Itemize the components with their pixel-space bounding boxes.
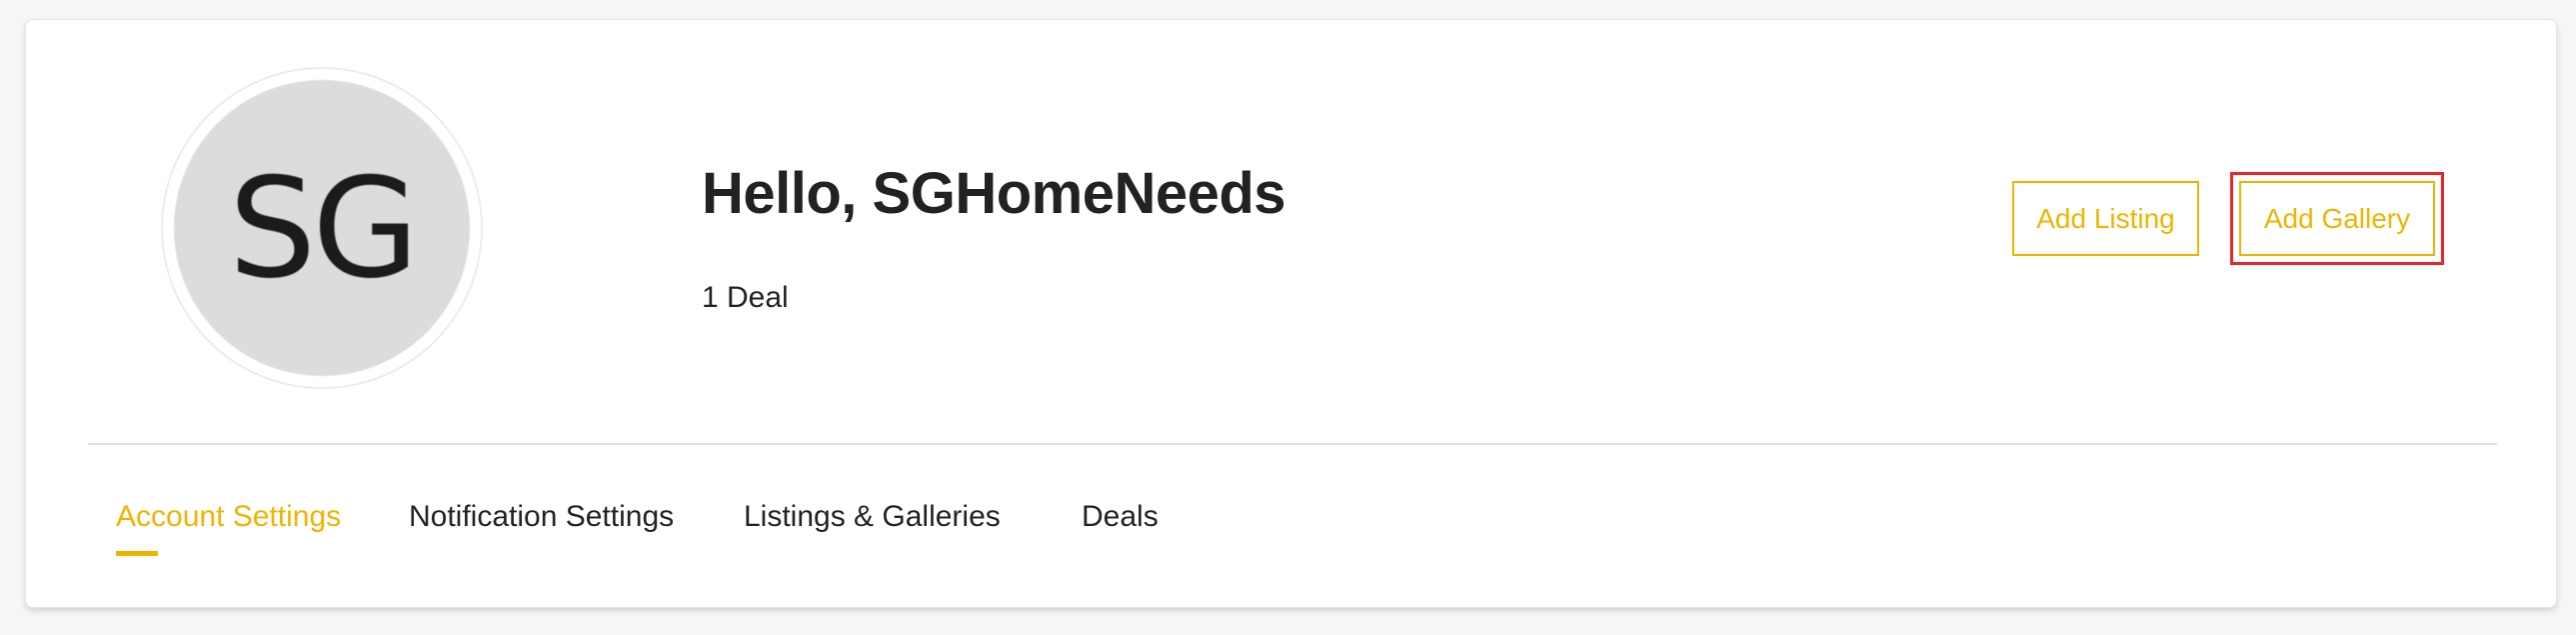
tab-deals[interactable]: Deals bbox=[1082, 500, 1159, 534]
tab-account-settings[interactable]: Account Settings bbox=[116, 500, 342, 556]
tab-notification-settings[interactable]: Notification Settings bbox=[409, 500, 674, 534]
add-listing-button[interactable]: Add Listing bbox=[2012, 181, 2199, 256]
active-tab-indicator bbox=[116, 551, 158, 556]
tab-label: Deals bbox=[1082, 500, 1159, 533]
profile-card: SG Hello, SGHomeNeeds 1 Deal Add Listing… bbox=[25, 19, 2557, 608]
tab-listings-galleries[interactable]: Listings & Galleries bbox=[744, 500, 1001, 534]
deal-count: 1 Deal bbox=[702, 281, 789, 314]
add-gallery-button[interactable]: Add Gallery bbox=[2230, 172, 2444, 265]
divider bbox=[88, 443, 2497, 445]
tab-label: Account Settings bbox=[116, 500, 342, 533]
avatar: SG bbox=[174, 80, 470, 376]
tab-label: Listings & Galleries bbox=[744, 500, 1001, 533]
page-title: Hello, SGHomeNeeds bbox=[702, 161, 1287, 226]
avatar-initials: SG bbox=[228, 147, 420, 309]
tab-label: Notification Settings bbox=[409, 500, 675, 533]
